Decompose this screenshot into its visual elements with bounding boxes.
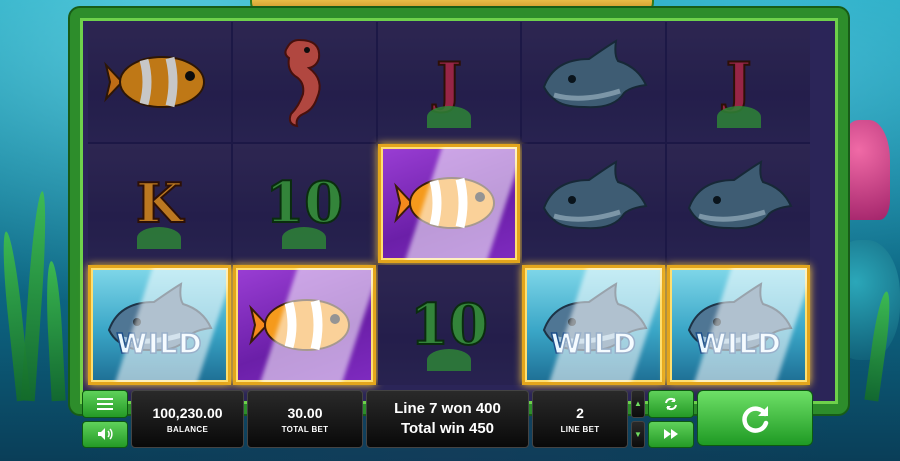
spin-icon — [742, 406, 769, 433]
menu-button[interactable] — [82, 390, 128, 418]
seaweed-decoration — [426, 105, 471, 128]
control-bar: 100,230.00 BALANCE 30.00 TOTAL BET Line … — [82, 390, 818, 448]
menu-sound-column — [82, 390, 128, 448]
line-win-text: Line 7 won 400 — [394, 400, 501, 417]
turbo-button[interactable] — [648, 420, 694, 448]
autoplay-icon — [665, 397, 677, 410]
reel-cell — [522, 22, 666, 142]
total-win-text: Total win 450 — [400, 420, 495, 437]
reel-cell: J — [377, 22, 521, 142]
speaker-icon — [98, 428, 113, 441]
line-bet-value: 2 — [576, 404, 584, 421]
reel-cell: J — [667, 22, 810, 142]
balance-display: 100,230.00 BALANCE — [131, 390, 244, 448]
arrow-down-icon: ▼ — [634, 429, 642, 439]
seaweed-decoration — [282, 227, 327, 250]
balance-label: BALANCE — [166, 424, 209, 434]
symbol-k: K — [135, 170, 184, 236]
line-bet-label: LINE BET — [560, 424, 600, 434]
symbol-j: J — [435, 49, 463, 115]
reel-cell: WILD — [522, 265, 666, 385]
total-bet-label: TOTAL BET — [281, 424, 329, 434]
spin-button[interactable] — [697, 390, 813, 446]
reel-cell: 10 — [377, 265, 521, 385]
clownfish-icon — [104, 55, 206, 108]
reel-cell — [232, 265, 376, 385]
seaweed-decoration — [716, 105, 761, 128]
seaweed-decoration — [426, 348, 471, 371]
win-display: Line 7 won 400 Total win 450 — [366, 390, 529, 448]
bet-up-button[interactable]: ▲ — [631, 390, 645, 418]
balance-value: 100,230.00 — [152, 404, 223, 421]
symbol-j: J — [725, 49, 753, 115]
sound-button[interactable] — [82, 420, 128, 448]
reel-cell: WILD — [667, 265, 810, 385]
dolphin-icon — [542, 160, 648, 230]
line-bet-display: 2 LINE BET — [532, 390, 628, 448]
reel-cell — [377, 143, 521, 264]
reel-grid: KWILD10J10WILDJWILD — [88, 22, 810, 385]
autoplay-turbo-column — [648, 390, 694, 448]
autoplay-button[interactable] — [648, 390, 694, 418]
reel-cell — [522, 143, 666, 264]
total-bet-display: 30.00 TOTAL BET — [247, 390, 363, 448]
reel-cell: 10 — [232, 143, 376, 264]
reel-cell — [88, 22, 231, 142]
reel-cell — [667, 143, 810, 264]
reel-cell: WILD — [88, 265, 231, 385]
reel-cell: K — [88, 143, 231, 264]
total-bet-value: 30.00 — [287, 404, 323, 421]
seaweed-decoration — [137, 227, 182, 250]
menu-icon — [97, 397, 113, 410]
reel-cell — [232, 22, 376, 142]
line-bet-arrows: ▲ ▼ — [631, 390, 645, 448]
seahorse-icon — [284, 38, 321, 128]
arrow-up-icon: ▲ — [634, 399, 642, 409]
dolphin-icon — [687, 160, 793, 230]
dolphin-icon — [542, 38, 648, 109]
fast-forward-icon — [664, 429, 678, 440]
bet-down-button[interactable]: ▼ — [631, 420, 645, 448]
